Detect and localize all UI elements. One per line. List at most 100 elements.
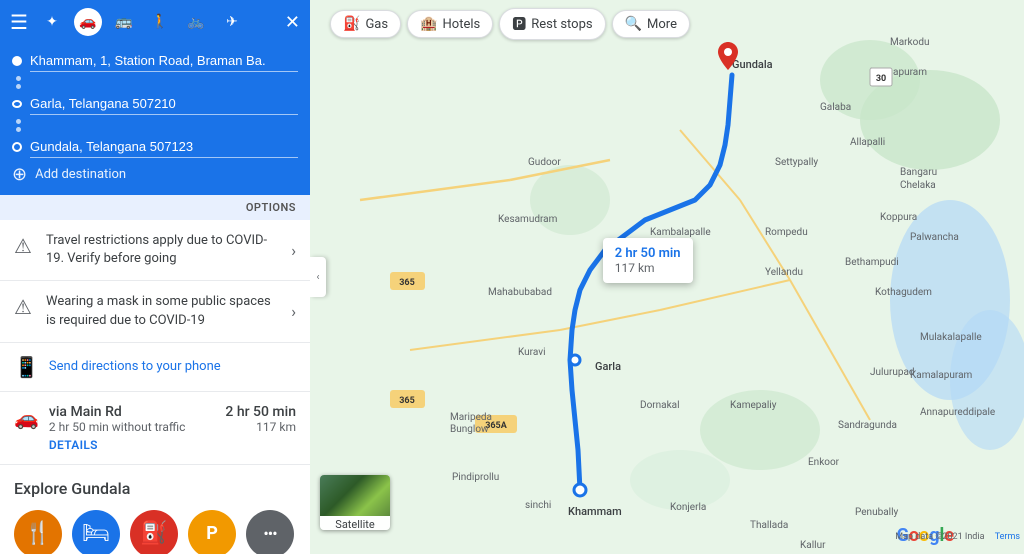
svg-text:Kothagudem: Kothagudem [875,287,932,298]
route-option: 🚗 via Main Rd 2 hr 50 min 2 hr 50 min wi… [0,392,310,465]
hotels-filter-chip[interactable]: 🏨 Hotels [407,10,493,38]
waypoint-row [12,93,298,115]
svg-text:Julurupad: Julurupad [870,367,915,378]
svg-text:Kamalapuram: Kamalapuram [910,370,973,381]
svg-text:365: 365 [399,278,415,288]
svg-text:Kesamudram: Kesamudram [498,214,558,225]
covid-warning-2[interactable]: ⚠ Wearing a mask in some public spaces i… [0,281,310,342]
warning-icon-1: ⚠ [14,234,36,258]
route-popup: 2 hr 50 min 117 km [603,238,693,283]
hotels-chip-icon: 🏨 [420,16,437,32]
satellite-image [320,475,390,516]
origin-row [12,50,298,72]
chevron-right-icon-1: › [291,241,296,260]
svg-text:sinchi: sinchi [525,500,551,511]
search-chip-icon: 🔍 [625,16,642,32]
gundala-marker [718,42,738,74]
route-details: via Main Rd 2 hr 50 min 2 hr 50 min with… [49,404,296,452]
origin-input[interactable] [30,50,298,72]
reststops-filter-chip[interactable]: 🅿 Rest stops [499,8,605,40]
explore-title: Explore Gundala [14,479,296,498]
map-attribution: Map data ©2021 India Terms [895,532,1020,542]
svg-text:Settypally: Settypally [775,157,818,168]
gas-filter-chip[interactable]: ⛽ Gas [330,10,401,38]
svg-text:Mahabubabad: Mahabubabad [488,287,552,298]
destination-dot [12,142,22,152]
more-filter-chip[interactable]: 🔍 More [612,10,690,38]
sidebar: ☰ ✦ 🚗 🚌 🚶 🚲 ✈ ✕ [0,0,310,554]
svg-text:Kallur: Kallur [800,540,826,551]
add-destination-icon: ⊕ [12,164,27,185]
map-data-text: Map data ©2021 India [895,532,984,542]
add-destination-button[interactable]: Add destination [35,167,126,182]
explore-icons: 🍴 🛏 ⛽ P ••• [14,510,296,554]
explore-parking-btn[interactable]: P [188,510,236,554]
filter-bar: ⛽ Gas 🏨 Hotels 🅿 Rest stops 🔍 More [330,8,690,40]
svg-text:Garla: Garla [595,360,621,373]
svg-text:Yellandu: Yellandu [765,267,803,278]
route-name: via Main Rd [49,404,122,420]
expand-arrow[interactable]: ‹ [310,257,326,297]
terms-link[interactable]: Terms [995,532,1020,542]
svg-text:Galaba: Galaba [820,102,851,113]
explore-section: Explore Gundala 🍴 🛏 ⛽ P ••• [0,465,310,554]
explore-mode-btn[interactable]: ✦ [38,8,66,36]
nav-icons: ✦ 🚗 🚌 🚶 🚲 ✈ [38,8,246,36]
route-distance: 117 km [256,420,296,434]
svg-text:Dornakal: Dornakal [640,400,680,411]
svg-text:Pindiprollu: Pindiprollu [452,472,499,483]
explore-food-btn[interactable]: 🍴 [14,510,62,554]
explore-gas-btn[interactable]: ⛽ [130,510,178,554]
route-sub-time: 2 hr 50 min without traffic [49,420,186,434]
warning-icon-2: ⚠ [14,295,36,319]
svg-text:Kamepaliy: Kamepaliy [730,400,777,411]
map-area[interactable]: ‹ 365 365 365A [310,0,1024,554]
destination-input[interactable] [30,136,298,158]
covid-warning-text-2: Wearing a mask in some public spaces is … [46,293,281,329]
close-button[interactable]: ✕ [285,12,300,33]
svg-text:Bunglow: Bunglow [450,424,489,435]
route-name-row: via Main Rd 2 hr 50 min [49,404,296,420]
svg-text:Kuravi: Kuravi [518,347,546,358]
svg-text:Mulakalapalle: Mulakalapalle [920,332,982,343]
send-directions-row[interactable]: 📱 Send directions to your phone [0,343,310,392]
route-inputs: ⊕ Add destination [0,44,310,195]
details-link[interactable]: DETAILS [49,438,296,452]
svg-text:Rompedu: Rompedu [765,227,808,238]
svg-text:Annapureddipale: Annapureddipale [920,407,995,418]
route-sub-row: 2 hr 50 min without traffic 117 km [49,420,296,434]
reststops-chip-icon: 🅿 [512,14,526,34]
explore-sleep-btn[interactable]: 🛏 [72,510,120,554]
flight-mode-btn[interactable]: ✈ [218,8,246,36]
svg-text:30: 30 [876,74,886,84]
svg-text:Penubally: Penubally [855,507,899,518]
options-bar: OPTIONS [0,195,310,220]
svg-text:Bethampudi: Bethampudi [845,257,899,268]
svg-text:Gundala: Gundala [732,58,773,71]
satellite-thumb[interactable]: Satellite [320,475,390,530]
popup-time: 2 hr 50 min [615,246,681,261]
svg-text:Bangaru: Bangaru [900,167,937,178]
popup-distance: 117 km [615,261,681,275]
covid-warning-1[interactable]: ⚠ Travel restrictions apply due to COVID… [0,220,310,281]
walk-mode-btn[interactable]: 🚶 [146,8,174,36]
cycle-mode-btn[interactable]: 🚲 [182,8,210,36]
svg-text:365: 365 [399,396,415,406]
svg-text:Enkoor: Enkoor [808,457,840,468]
svg-text:Palwancha: Palwancha [910,232,959,243]
route-time: 2 hr 50 min [225,404,296,420]
gas-chip-icon: ⛽ [343,16,360,32]
waypoint-dot [12,100,22,108]
hamburger-icon[interactable]: ☰ [10,10,28,34]
options-label: OPTIONS [246,201,296,214]
explore-more-btn[interactable]: ••• [246,510,294,554]
add-destination-row: ⊕ Add destination [12,164,298,185]
drive-mode-btn[interactable]: 🚗 [74,8,102,36]
svg-text:Koppura: Koppura [880,212,917,223]
destination-row [12,136,298,158]
waypoint-input[interactable] [30,93,298,115]
transit-mode-btn[interactable]: 🚌 [110,8,138,36]
phone-icon: 📱 [14,355,39,379]
svg-text:Konjerla: Konjerla [670,502,706,513]
chevron-right-icon-2: › [291,302,296,321]
